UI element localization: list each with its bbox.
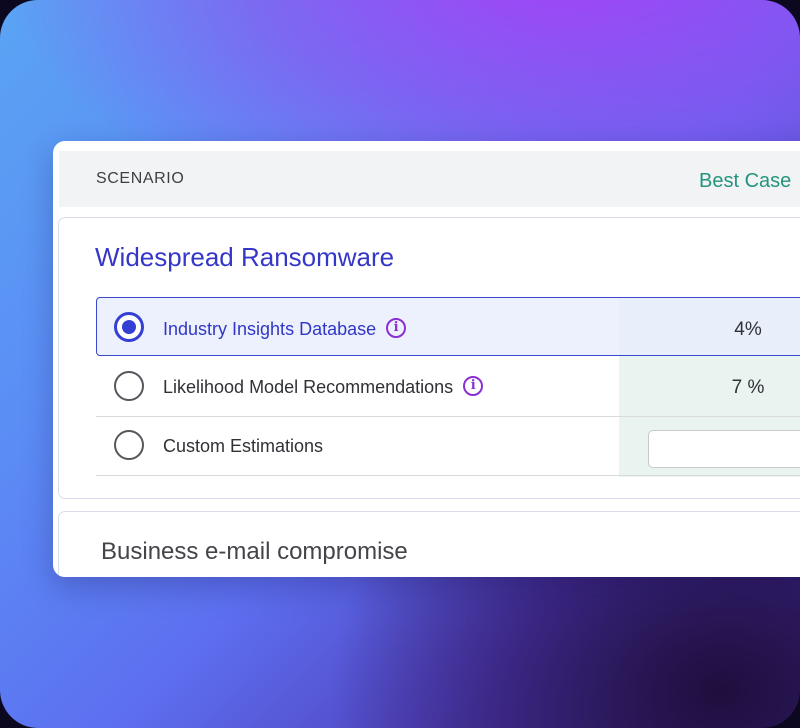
option-label: Industry Insights Database — [163, 319, 377, 339]
background-frame: SCENARIO Best Case Widespread Ransomware… — [0, 0, 800, 728]
option-value: 4% — [734, 319, 762, 340]
scenario-title: Widespread Ransomware — [95, 242, 395, 272]
option-custom-estimations[interactable]: Custom Estimations — [96, 417, 800, 476]
radio-button[interactable] — [114, 430, 144, 460]
scenario-card: SCENARIO Best Case Widespread Ransomware… — [53, 141, 800, 577]
radio-button[interactable] — [114, 371, 144, 401]
option-label: Custom Estimations — [163, 436, 324, 456]
option-value: 7 % — [731, 377, 765, 398]
radio-dot — [122, 320, 136, 334]
info-icon[interactable]: i — [463, 376, 484, 397]
custom-estimation-input[interactable] — [648, 430, 800, 468]
scenario-title: Business e-mail compromise — [101, 538, 408, 565]
best-case-column-header: Best Case — [699, 170, 792, 192]
option-industry-insights-database[interactable]: Industry Insights Database i 4% — [96, 297, 800, 356]
info-icon[interactable]: i — [386, 318, 407, 339]
option-likelihood-model-recommendations[interactable]: Likelihood Model Recommendations i 7 % — [96, 358, 800, 417]
option-label: Likelihood Model Recommendations — [163, 377, 454, 397]
radio-button-selected[interactable] — [114, 312, 144, 342]
scenario-column-header: SCENARIO — [96, 170, 185, 187]
